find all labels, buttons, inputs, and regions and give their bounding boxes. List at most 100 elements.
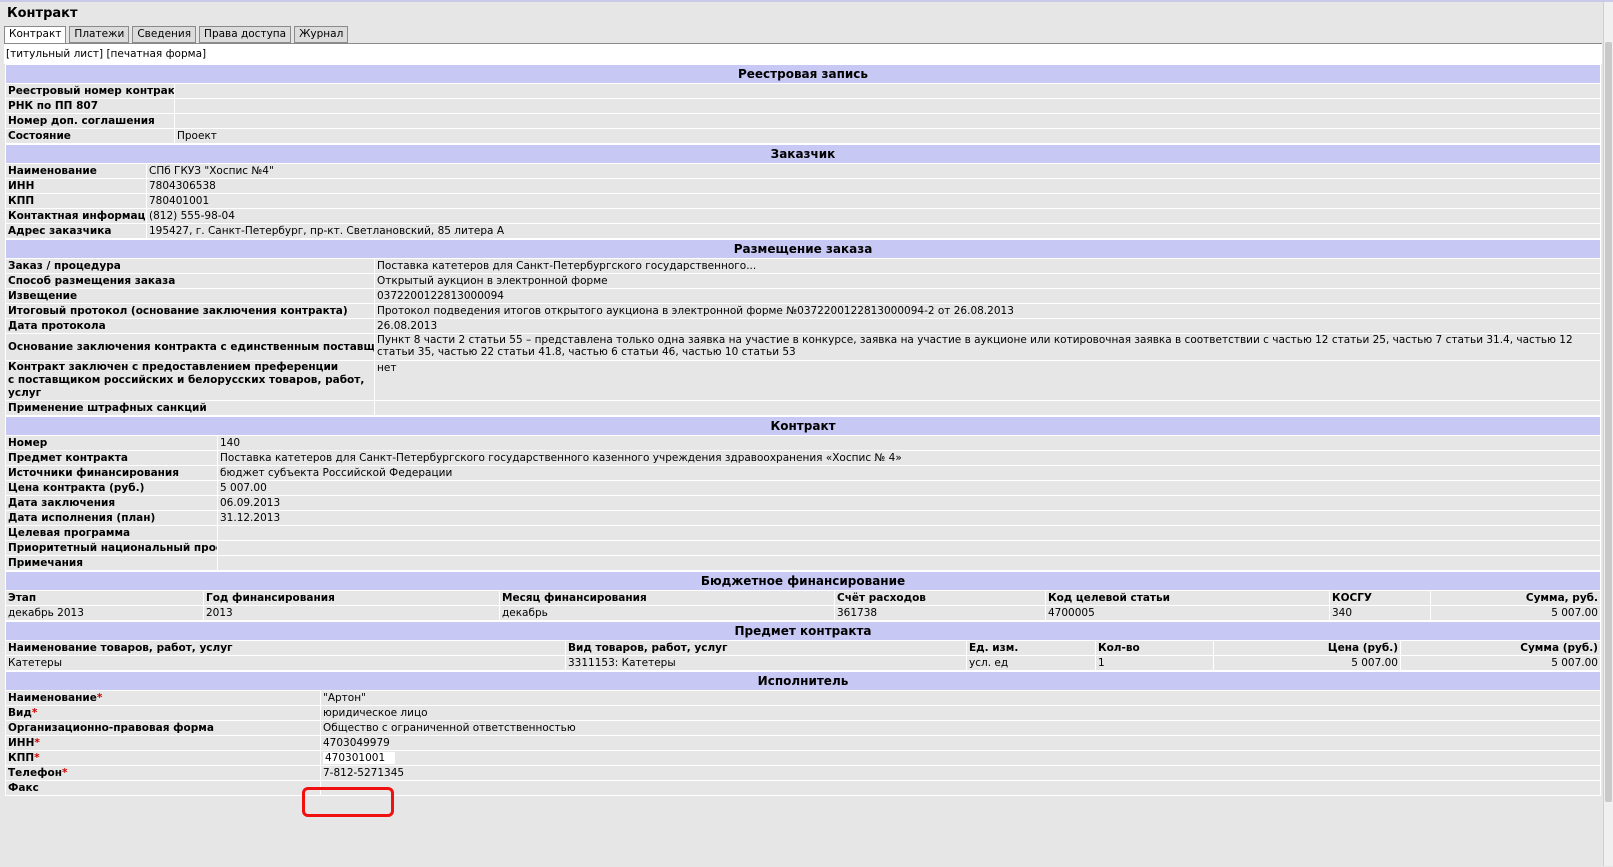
required-mark: *	[61, 767, 68, 779]
tab-journal[interactable]: Журнал	[294, 26, 349, 43]
table-row: Катетеры 3311153: Катетеры усл. ед 1 5 0…	[5, 655, 1601, 671]
page-title: Контракт	[7, 6, 78, 21]
contract-section: Контракт Номер 140 Предмет контракта Поста…	[5, 416, 1601, 571]
field-value: Открытый аукцион в электронной форме	[374, 273, 1601, 289]
column-header: Сумма, руб.	[1430, 590, 1601, 606]
budget-section: Бюджетное финансирование Этап Год финанс…	[5, 571, 1601, 621]
table-row: Реестровый номер контракта	[5, 83, 1601, 99]
table-row: РНК по ПП 807	[5, 98, 1601, 114]
required-mark: *	[31, 707, 38, 719]
placement-section: Размещение заказа Заказ / процедура Поста…	[5, 239, 1601, 416]
field-value: 7-812-5271345	[320, 765, 1601, 781]
title-sheet-link[interactable]: [титульный лист]	[6, 48, 103, 60]
table-row: Примечания	[5, 555, 1601, 571]
table-row: Номер 140	[5, 435, 1601, 451]
required-mark: *	[96, 692, 103, 704]
column-header: Код целевой статьи	[1045, 590, 1330, 606]
tab-bar: Контракт Платежи Сведения Права доступа …	[4, 26, 351, 44]
field-value: Проект	[174, 128, 1601, 144]
field-label: Номер доп. соглашения	[5, 113, 175, 129]
field-label: Цена контракта (руб.)	[5, 480, 218, 496]
table-row: Контактная информация (812) 555-98-04	[5, 208, 1601, 224]
table-row: Состояние Проект	[5, 128, 1601, 144]
table-row: Дата заключения 06.09.2013	[5, 495, 1601, 511]
table-cell: 1	[1095, 655, 1214, 671]
column-header: Вид товаров, работ, услуг	[565, 640, 967, 656]
field-value: Поставка катетеров для Санкт-Петербургск…	[217, 450, 1601, 466]
field-label: КПП	[5, 193, 147, 209]
field-label: КПП*	[5, 750, 321, 766]
field-value: 140	[217, 435, 1601, 451]
field-label: Номер	[5, 435, 218, 451]
registry-section: Реестровая запись Реестровый номер контр…	[5, 64, 1601, 144]
label-text: Вид	[8, 707, 32, 719]
field-label: Основание заключения контракта с единств…	[5, 333, 375, 361]
column-header: Год финансирования	[203, 590, 500, 606]
table-row: Источники финансирования бюджет субъекта …	[5, 465, 1601, 481]
column-header: Цена (руб.)	[1213, 640, 1401, 656]
field-value	[320, 780, 1601, 796]
label-text: Факс	[8, 782, 39, 794]
table-cell: 340	[1329, 605, 1431, 621]
field-value: 31.12.2013	[217, 510, 1601, 526]
field-label: Целевая программа	[5, 525, 218, 541]
print-form-link[interactable]: [печатная форма]	[106, 48, 206, 60]
field-value	[217, 540, 1601, 556]
label-line: с поставщиком российских и белорусских т…	[8, 374, 365, 399]
table-row: Предмет контракта Поставка катетеров для …	[5, 450, 1601, 466]
vertical-scrollbar[interactable]	[1603, 2, 1613, 866]
tab-info[interactable]: Сведения	[132, 26, 197, 43]
label-text: Наименование	[8, 692, 97, 704]
tab-payments[interactable]: Платежи	[69, 26, 130, 43]
field-label: Приоритетный национальный проект	[5, 540, 218, 556]
subject-section: Предмет контракта Наименование товаров, …	[5, 621, 1601, 671]
field-label: Вид*	[5, 705, 321, 721]
table-row: Телефон* 7-812-5271345	[5, 765, 1601, 781]
table-row: Итоговый протокол (основание заключения …	[5, 303, 1601, 319]
kpp-value: 470301001	[323, 752, 396, 764]
column-header: Месяц финансирования	[499, 590, 835, 606]
field-label: Факс	[5, 780, 321, 796]
field-label: Реестровый номер контракта	[5, 83, 175, 99]
top-border	[0, 0, 1613, 2]
field-label: Способ размещения заказа	[5, 273, 375, 289]
field-value: Общество с ограниченной ответственностью	[320, 720, 1601, 736]
field-value: юридическое лицо	[320, 705, 1601, 721]
field-label: Применение штрафных санкций	[5, 400, 375, 416]
field-value	[174, 83, 1601, 99]
table-row: КПП* 470301001	[5, 750, 1601, 766]
table-row: Вид* юридическое лицо	[5, 705, 1601, 721]
table-cell: декабрь	[499, 605, 835, 621]
column-header: Счёт расходов	[834, 590, 1046, 606]
field-label: Дата исполнения (план)	[5, 510, 218, 526]
column-header: Этап	[5, 590, 204, 606]
field-label: Дата протокола	[5, 318, 375, 334]
field-label: Адрес заказчика	[5, 223, 147, 239]
column-header: Кол-во	[1095, 640, 1214, 656]
field-value: 7804306538	[146, 178, 1601, 194]
field-label: Наименование*	[5, 690, 321, 706]
contract-header: Контракт	[5, 416, 1601, 436]
table-cell: 2013	[203, 605, 500, 621]
table-cell: Катетеры	[5, 655, 566, 671]
column-header: Ед. изм.	[966, 640, 1096, 656]
required-mark: *	[34, 737, 40, 749]
executor-section: Исполнитель Наименование* "Артон" Вид* юри…	[5, 671, 1601, 796]
tab-contract[interactable]: Контракт	[4, 26, 67, 44]
table-row: Факс	[5, 780, 1601, 796]
label-text: Телефон	[8, 767, 62, 779]
table-row: КПП 780401001	[5, 193, 1601, 209]
doc-links: [титульный лист] [печатная форма]	[4, 44, 1602, 64]
field-value: Протокол подведения итогов открытого аук…	[374, 303, 1601, 319]
table-cell: 5 007.00	[1213, 655, 1401, 671]
table-cell: 3311153: Катетеры	[565, 655, 967, 671]
table-row: Адрес заказчика 195427, г. Санкт-Петербур…	[5, 223, 1601, 239]
required-mark: *	[34, 752, 40, 764]
label-text: КПП	[8, 752, 35, 764]
field-value: 195427, г. Санкт-Петербург, пр-кт. Светл…	[146, 223, 1601, 239]
scrollbar-thumb[interactable]	[1605, 42, 1612, 802]
field-value: Поставка катетеров для Санкт-Петербургск…	[374, 258, 1601, 274]
tab-access-rights[interactable]: Права доступа	[199, 26, 292, 43]
table-row: Дата исполнения (план) 31.12.2013	[5, 510, 1601, 526]
field-value: Пункт 8 части 2 статьи 55 – представлена…	[374, 333, 1601, 361]
